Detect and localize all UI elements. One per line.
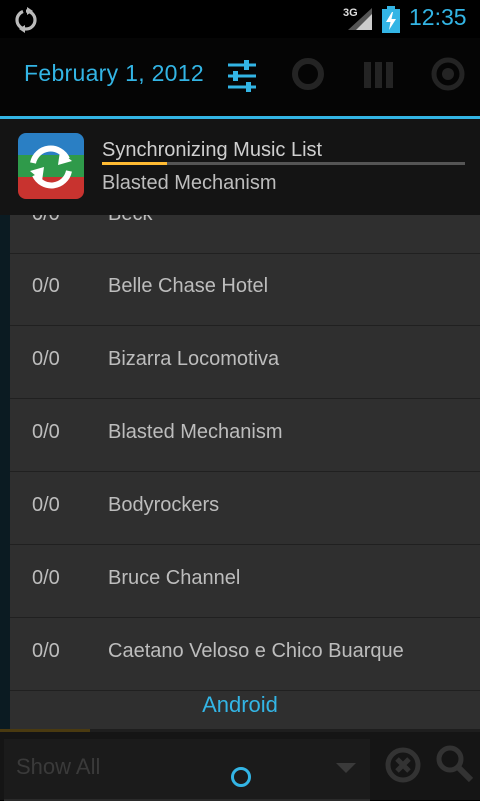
notification-title: Synchronizing Music List xyxy=(102,139,323,161)
list-item[interactable]: 0/0 Blasted Mechanism xyxy=(10,399,480,472)
list-item[interactable]: 0/0 Belle Chase Hotel xyxy=(10,253,480,326)
search-icon[interactable] xyxy=(434,743,474,783)
filter-dropdown-value: Show All xyxy=(16,754,101,779)
shade-drag-handle[interactable] xyxy=(231,767,251,787)
sync-icon xyxy=(15,7,37,33)
artist-name: Bizarra Locomotiva xyxy=(108,348,280,370)
artist-name: Blasted Mechanism xyxy=(108,421,283,443)
signal-icon xyxy=(348,8,372,30)
status-bar: 3G 12:35 xyxy=(0,0,480,38)
clock: 12:35 xyxy=(409,4,467,30)
artist-name: Bruce Channel xyxy=(108,567,241,589)
track-count: 0/0 xyxy=(32,348,60,370)
clear-icon[interactable] xyxy=(384,746,422,784)
sync-progress-bar xyxy=(102,162,465,165)
track-count: 0/0 xyxy=(32,640,60,662)
notification-text: Blasted Mechanism xyxy=(102,172,277,194)
artist-name: Belle Chase Hotel xyxy=(108,275,269,297)
list-item[interactable]: 0/0 Bruce Channel xyxy=(10,545,480,618)
list-item[interactable]: 0/0 Bizarra Locomotiva xyxy=(10,326,480,399)
carrier-label: Android xyxy=(202,692,278,717)
sync-progress-fill xyxy=(102,162,168,165)
list-item[interactable]: 0/0 Caetano Veloso e Chico Buarque xyxy=(10,618,480,691)
filter-dropdown[interactable]: Show All xyxy=(4,739,370,801)
bottom-divider xyxy=(0,729,480,732)
bottom-divider-highlight xyxy=(0,729,90,732)
track-count: 0/0 xyxy=(32,275,60,297)
artist-name: Bodyrockers xyxy=(108,494,220,516)
dropdown-arrow-icon xyxy=(336,763,356,773)
background-circle-icon xyxy=(431,57,465,91)
sync-app-icon xyxy=(18,133,84,199)
track-count: 0/0 xyxy=(32,421,60,443)
artist-name: Caetano Veloso e Chico Buarque xyxy=(108,640,404,662)
track-count: 0/0 xyxy=(32,494,60,516)
date-label: February 1, 2012 xyxy=(24,60,204,86)
settings-icon[interactable] xyxy=(222,56,262,96)
list-item[interactable]: 0/0 Bodyrockers xyxy=(10,472,480,545)
background-gear-icon xyxy=(292,58,324,90)
bottom-bar: Show All xyxy=(0,729,480,801)
track-count: 0/0 xyxy=(32,567,60,589)
battery-charging-icon xyxy=(382,6,400,33)
background-bars-icon xyxy=(364,62,393,88)
sync-notification[interactable]: Synchronizing Music List Blasted Mechani… xyxy=(0,119,480,215)
